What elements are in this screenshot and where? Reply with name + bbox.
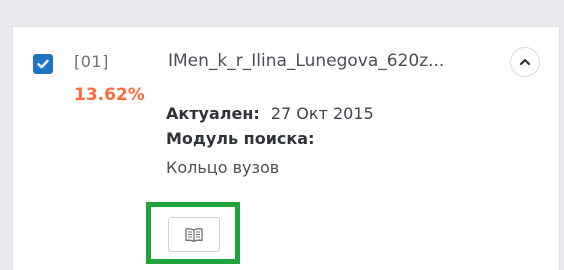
actual-date-row: Актуален: 27 Окт 2015 <box>166 104 374 123</box>
view-source-button[interactable] <box>168 217 220 252</box>
actual-value: 27 Окт 2015 <box>270 104 374 123</box>
search-module-row: Модуль поиска: <box>166 129 314 148</box>
source-index: [01] <box>74 52 109 71</box>
checkmark-icon <box>37 59 49 69</box>
actual-label: Актуален: <box>166 104 260 123</box>
search-module-label: Модуль поиска: <box>166 129 315 148</box>
book-icon <box>185 227 203 242</box>
match-percent: 13.62% <box>74 85 145 105</box>
source-checkbox[interactable] <box>33 54 53 74</box>
source-card: [01] 13.62% IMen_k_r_Ilina_Lunegova_620z… <box>12 26 560 270</box>
collapse-button[interactable] <box>510 47 540 77</box>
source-name[interactable]: IMen_k_r_Ilina_Lunegova_620z... <box>168 51 498 71</box>
search-module-value: Кольцо вузов <box>166 158 280 177</box>
chevron-up-icon <box>519 58 531 66</box>
